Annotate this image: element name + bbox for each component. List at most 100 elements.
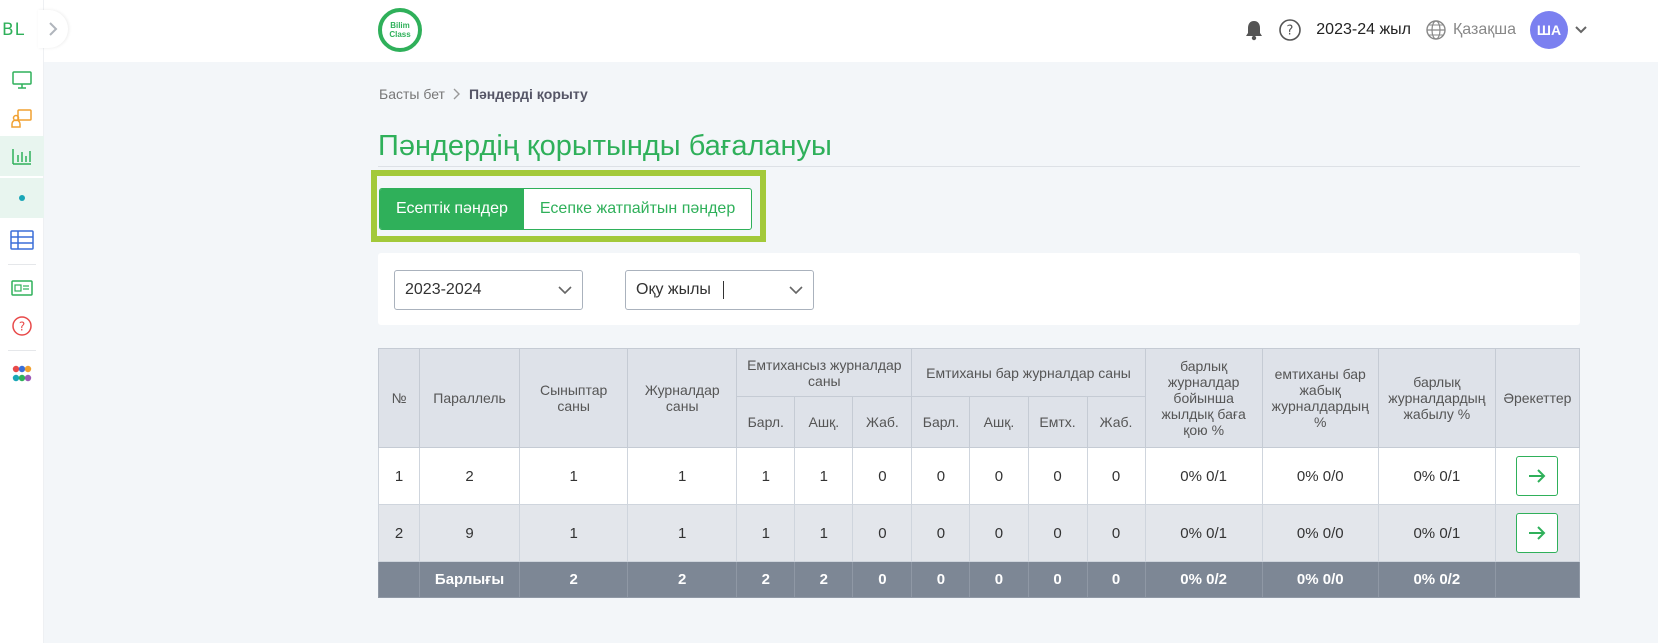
cell-closed-pct: 0% 0/1	[1377, 447, 1496, 505]
cell-exam-open: 0	[969, 447, 1029, 505]
breadcrumb-home[interactable]: Басты бет	[379, 86, 445, 102]
top-bar: Bilim Class ? 2023-24 жыл Қазақша ША	[44, 0, 1658, 62]
period-select[interactable]: Оқу жылы	[625, 270, 814, 310]
cell-actions	[1494, 504, 1581, 562]
chevron-right-icon	[49, 22, 58, 36]
cell-no: 2	[377, 504, 421, 562]
svg-text:?: ?	[1287, 24, 1294, 39]
total-actions	[1494, 561, 1581, 598]
arrow-right-icon	[1529, 469, 1546, 483]
sidebar-divider	[8, 264, 36, 265]
cell-exam-open: 0	[969, 504, 1029, 562]
cell-exam-exam: 0	[1027, 504, 1088, 562]
cell-journals: 1	[627, 447, 738, 505]
language-label: Қазақша	[1452, 21, 1516, 38]
header-grading-pct: барлық журналдар бойынша жылдық баға қою…	[1144, 348, 1263, 448]
presentation-icon	[11, 109, 32, 128]
sidebar-item-help[interactable]: ?	[0, 306, 44, 346]
page-title: Пәндердің қорытынды бағалануы	[378, 130, 832, 162]
id-card-icon	[11, 280, 33, 296]
header-exam-group: Емтиханы бар журналдар саны	[911, 348, 1146, 397]
header-no: №	[377, 348, 421, 448]
cell-parallel: 2	[419, 447, 521, 505]
title-divider	[378, 166, 1580, 167]
subheader-open: Ашқ.	[794, 396, 854, 448]
header-journals: Журналдар саны	[627, 348, 738, 448]
total-exam-exam: 0	[1027, 561, 1088, 598]
chevron-down-icon[interactable]	[1574, 25, 1588, 35]
cell-exam-closed-pct: 0% 0/0	[1261, 447, 1379, 505]
cell-no-exam-open: 1	[794, 447, 854, 505]
sidebar-item-reports[interactable]	[0, 136, 44, 176]
language-selector[interactable]: Қазақша	[1425, 19, 1516, 41]
results-table: № Параллель Сыныптар саны Журналдар саны…	[377, 348, 1581, 598]
cell-no-exam-closed: 0	[852, 447, 913, 505]
open-row-button[interactable]	[1516, 513, 1559, 553]
header-actions: Әрекеттер	[1494, 348, 1581, 448]
chevron-right-icon	[453, 88, 460, 100]
open-row-button[interactable]	[1516, 456, 1559, 496]
cell-exam-exam: 0	[1027, 447, 1088, 505]
sidebar-item-current[interactable]	[0, 178, 44, 218]
subheader-closed: Жаб.	[852, 396, 913, 448]
header-no-exam-group: Емтихансыз журналдар саны	[736, 348, 913, 397]
sidebar-item-monitor[interactable]	[0, 60, 44, 100]
filter-panel: 2023-2024 Оқу жылы	[378, 253, 1580, 325]
total-exam-all: 0	[911, 561, 971, 598]
total-row: Барлығы 2 2 2 2 0 0 0 0 0 0% 0/2 0% 0/0 …	[377, 561, 1581, 598]
cell-actions	[1494, 447, 1581, 505]
apps-icon	[12, 365, 32, 382]
subheader-all: Барл.	[911, 396, 971, 448]
period-select-value: Оқу жылы	[636, 280, 724, 299]
total-no-exam-open: 2	[794, 561, 854, 598]
avatar[interactable]: ША	[1530, 11, 1568, 49]
header-actions: ? 2023-24 жыл Қазақша ША	[1244, 11, 1588, 49]
year-select[interactable]: 2023-2024	[394, 270, 583, 310]
sidebar-logo[interactable]: BL	[2, 20, 25, 40]
globe-icon	[1426, 20, 1446, 40]
subject-type-tabs: Есептік пәндер Есепке жатпайтын пәндер	[379, 188, 753, 230]
bell-icon[interactable]	[1244, 19, 1264, 41]
sidebar: BL ?	[0, 0, 44, 643]
table-row: 1 2 1 1 1 1 0 0 0 0 0 0% 0/1 0% 0/0 0% 0…	[377, 447, 1581, 505]
sidebar-item-apps[interactable]	[0, 354, 44, 394]
brand-text: Bilim Class	[389, 21, 411, 39]
subheader-closed: Жаб.	[1086, 396, 1146, 448]
cell-no-exam-all: 1	[736, 447, 796, 505]
breadcrumb-current: Пәндерді қорыту	[468, 86, 588, 102]
total-classes: 2	[519, 561, 629, 598]
cell-exam-all: 0	[911, 447, 971, 505]
sidebar-divider	[8, 350, 36, 351]
header-classes: Сыныптар саны	[519, 348, 629, 448]
subheader-open: Ашқ.	[969, 396, 1029, 448]
brand-logo[interactable]: Bilim Class	[378, 8, 422, 52]
cell-exam-all: 0	[911, 504, 971, 562]
academic-year-selector[interactable]: 2023-24 жыл	[1316, 21, 1411, 39]
total-closed-pct: 0% 0/2	[1377, 561, 1496, 598]
cell-no: 1	[377, 447, 421, 505]
table-icon	[10, 230, 34, 250]
cell-no	[377, 561, 421, 598]
cell-parallel: 9	[419, 504, 521, 562]
chevron-down-icon	[789, 285, 803, 294]
sidebar-item-journal[interactable]	[0, 268, 44, 308]
help-icon[interactable]: ?	[1278, 18, 1302, 42]
cell-classes: 1	[519, 504, 629, 562]
bar-chart-icon	[12, 149, 31, 165]
subheader-all: Барл.	[736, 396, 796, 448]
cell-exam-closed: 0	[1086, 504, 1146, 562]
help-circle-icon: ?	[12, 316, 32, 336]
cell-no-exam-all: 1	[736, 504, 796, 562]
tab-counted-subjects[interactable]: Есептік пәндер	[380, 189, 524, 229]
sidebar-item-table[interactable]	[0, 220, 44, 260]
svg-text:?: ?	[19, 320, 25, 334]
cell-grading-pct: 0% 0/1	[1144, 504, 1263, 562]
sidebar-item-presentation[interactable]	[0, 98, 44, 138]
tab-uncounted-subjects[interactable]: Есепке жатпайтын пәндер	[524, 189, 751, 229]
total-journals: 2	[627, 561, 738, 598]
chevron-down-icon	[558, 285, 572, 294]
table-row: 2 9 1 1 1 1 0 0 0 0 0 0% 0/1 0% 0/0 0% 0…	[377, 504, 1581, 562]
cell-exam-closed-pct: 0% 0/0	[1261, 504, 1379, 562]
total-label: Барлығы	[419, 561, 521, 598]
breadcrumb: Басты бет Пәндерді қорыту	[379, 86, 588, 102]
